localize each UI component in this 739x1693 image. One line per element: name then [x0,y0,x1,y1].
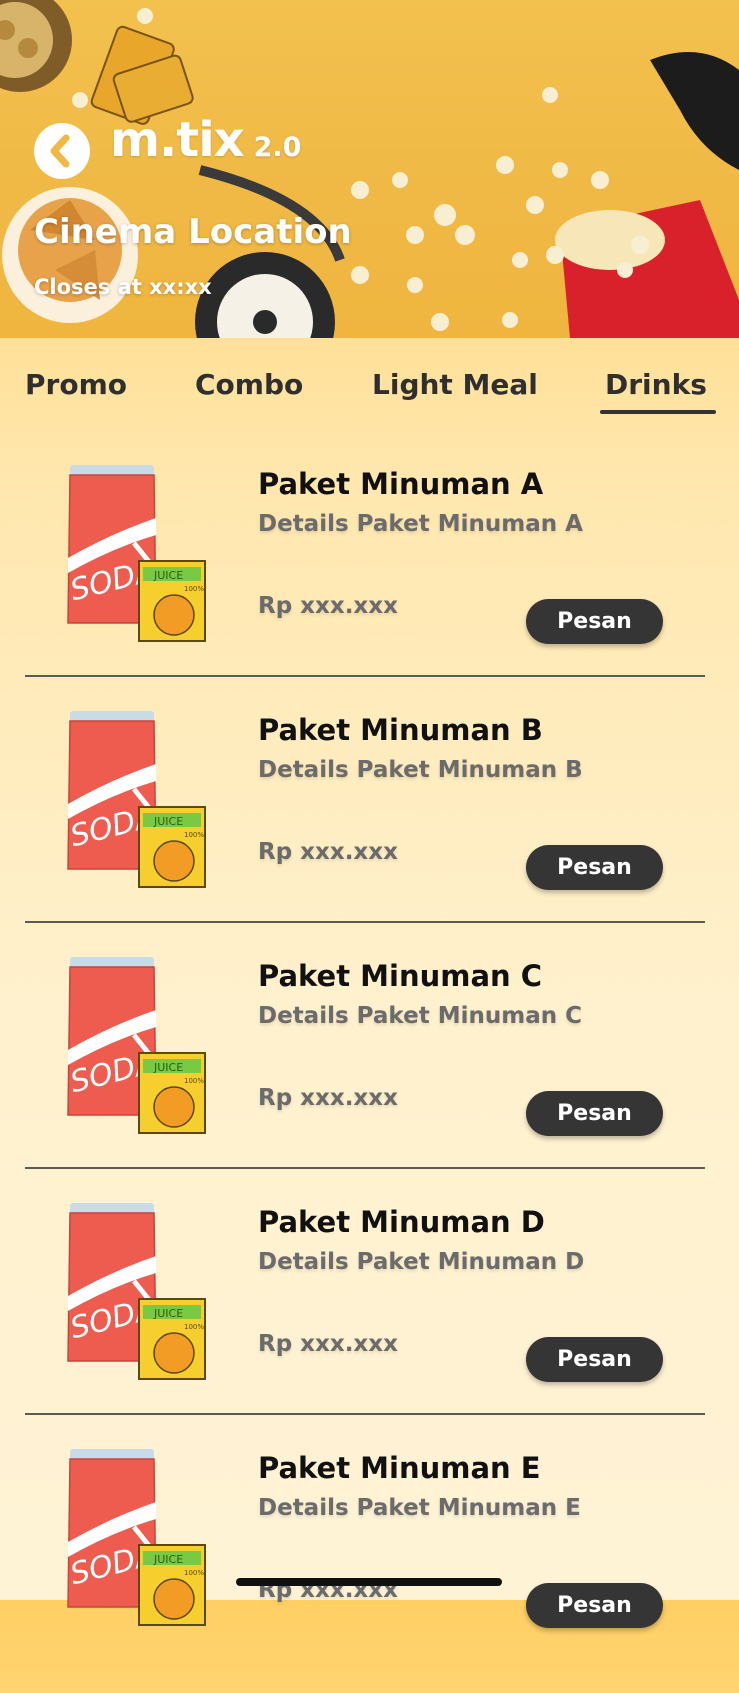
divider [25,1413,705,1415]
drink-package-image: SODA JUICE 100% [67,465,206,642]
divider [25,675,705,677]
cinema-title: Cinema Location [34,212,352,252]
product-name: Paket Minuman D [258,1205,545,1239]
product-price: Rp xxx.xxx [258,1331,398,1357]
product-item: SODA JUICE 100% Paket Minuman E Details … [0,1447,739,1693]
tab-drinks[interactable]: Drinks [605,368,707,401]
order-button[interactable]: Pesan [526,599,663,644]
tab-combo[interactable]: Combo [195,368,303,401]
product-price: Rp xxx.xxx [258,1085,398,1111]
app-logo: m.tix 2.0 [110,112,301,168]
product-details: Details Paket Minuman D [258,1249,585,1275]
back-button[interactable] [34,123,90,179]
juice-box-label: JUICE [153,1307,183,1320]
drink-package-image: SODA JUICE 100% [67,711,206,888]
juice-box-sublabel: 100% [184,585,204,593]
product-name: Paket Minuman B [258,713,543,747]
product-details: Details Paket Minuman C [258,1003,582,1029]
header-banner: m.tix 2.0 Cinema Location Closes at xx:xx [0,0,739,338]
app-version: 2.0 [253,132,302,163]
product-details: Details Paket Minuman B [258,757,583,783]
active-tab-indicator [600,410,716,414]
app-logo-text: m.tix [110,112,245,168]
juice-box-sublabel: 100% [184,1077,204,1085]
juice-box-label: JUICE [153,569,183,582]
product-name: Paket Minuman E [258,1451,541,1485]
divider [25,921,705,923]
juice-box-sublabel: 100% [184,1323,204,1331]
product-item: SODA JUICE 100% Paket Minuman C Details … [0,955,739,1201]
drink-package-image: SODA JUICE 100% [67,1203,206,1380]
home-indicator[interactable] [236,1578,502,1586]
chevron-left-icon [50,134,70,168]
product-item: SODA JUICE 100% Paket Minuman D Details … [0,1201,739,1447]
closing-time: Closes at xx:xx [34,275,212,299]
product-details: Details Paket Minuman A [258,511,583,537]
drink-package-image: SODA JUICE 100% [67,1449,206,1626]
product-item: SODA JUICE 100% Paket Minuman A Details … [0,463,739,709]
product-price: Rp xxx.xxx [258,593,398,619]
order-button[interactable]: Pesan [526,1583,663,1628]
juice-box-label: JUICE [153,1553,183,1566]
drink-package-image: SODA JUICE 100% [67,957,206,1134]
order-button[interactable]: Pesan [526,1337,663,1382]
juice-box-label: JUICE [153,1061,183,1074]
product-name: Paket Minuman A [258,467,544,501]
order-button[interactable]: Pesan [526,1091,663,1136]
product-details: Details Paket Minuman E [258,1495,581,1521]
product-price: Rp xxx.xxx [258,839,398,865]
product-item: SODA JUICE 100% Paket Minuman B Details … [0,709,739,955]
juice-box-label: JUICE [153,815,183,828]
juice-box-sublabel: 100% [184,1569,204,1577]
product-name: Paket Minuman C [258,959,543,993]
tab-promo[interactable]: Promo [25,368,127,401]
juice-box-sublabel: 100% [184,831,204,839]
category-tabs: Promo Combo Light Meal Drinks [0,360,739,420]
tab-light-meal[interactable]: Light Meal [372,368,538,401]
divider [25,1167,705,1169]
order-button[interactable]: Pesan [526,845,663,890]
